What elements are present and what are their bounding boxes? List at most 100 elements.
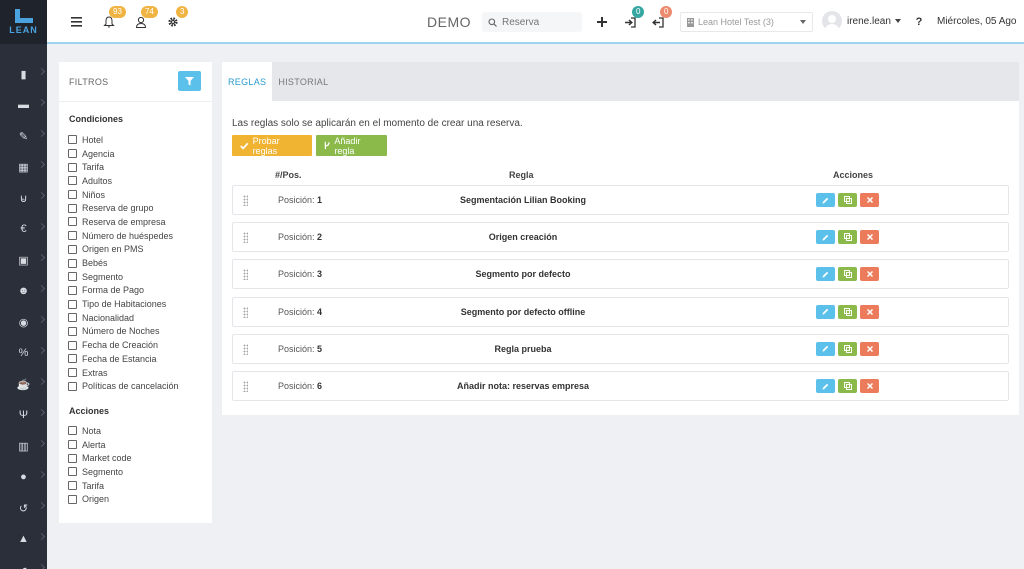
- drag-handle-icon[interactable]: [243, 306, 248, 318]
- sidebar-item-cutlery[interactable]: Ψ: [0, 400, 47, 430]
- checkbox[interactable]: [68, 354, 77, 364]
- help-button[interactable]: ?: [913, 15, 925, 29]
- checkbox[interactable]: [68, 217, 77, 227]
- sidebar-item-share[interactable]: ➚: [0, 555, 47, 569]
- filter-option[interactable]: Agencia: [68, 147, 179, 161]
- checkbox[interactable]: [68, 272, 77, 282]
- drag-handle-icon[interactable]: [243, 343, 248, 355]
- filter-option[interactable]: Niños: [68, 188, 179, 202]
- sidebar-item-history[interactable]: ↺: [0, 493, 47, 523]
- rule-row[interactable]: Posición: 1 Segmentación Lilian Booking: [232, 185, 1009, 215]
- sidebar-item-money[interactable]: ▣: [0, 245, 47, 275]
- sidebar-item-bed[interactable]: ▬: [0, 90, 47, 120]
- edit-rule-button[interactable]: [816, 379, 835, 393]
- checkbox[interactable]: [68, 326, 77, 336]
- test-rules-button[interactable]: Probar reglas: [232, 135, 312, 156]
- sidebar-item-percent[interactable]: %: [0, 338, 47, 368]
- rule-row[interactable]: Posición: 3 Segmento por defecto: [232, 259, 1009, 290]
- checkbox[interactable]: [68, 285, 77, 295]
- checkbox[interactable]: [68, 299, 77, 309]
- drag-handle-icon[interactable]: [243, 381, 248, 392]
- filter-option[interactable]: Número de huéspedes: [68, 229, 179, 243]
- filter-option[interactable]: Nacionalidad: [68, 311, 179, 325]
- drag-handle-icon[interactable]: [243, 195, 248, 206]
- delete-rule-button[interactable]: [860, 193, 879, 207]
- sidebar-item-globe[interactable]: ◉: [0, 307, 47, 337]
- drag-handle-icon[interactable]: [243, 269, 248, 281]
- copy-rule-button[interactable]: [838, 304, 857, 319]
- tab-rules[interactable]: REGLAS: [222, 62, 273, 101]
- checkbox[interactable]: [68, 340, 77, 350]
- search-box[interactable]: [482, 12, 582, 32]
- filter-option[interactable]: Forma de Pago: [68, 284, 179, 298]
- tab-history[interactable]: HISTORIAL: [272, 62, 334, 101]
- filter-option[interactable]: Extras: [68, 366, 179, 380]
- filter-option[interactable]: Número de Noches: [68, 325, 179, 339]
- menu-toggle-button[interactable]: [69, 15, 83, 29]
- filter-option[interactable]: Tipo de Habitaciones: [68, 297, 179, 311]
- edit-rule-button[interactable]: [816, 230, 835, 245]
- checkbox[interactable]: [68, 203, 77, 213]
- filter-button[interactable]: [178, 71, 201, 91]
- checkbox[interactable]: [68, 149, 77, 159]
- checkbox[interactable]: [68, 176, 77, 186]
- add-rule-button[interactable]: Añadir regla: [316, 135, 387, 156]
- edit-rule-button[interactable]: [816, 193, 835, 207]
- checkbox[interactable]: [68, 467, 77, 477]
- checkin-button[interactable]: 0: [623, 6, 645, 29]
- filter-option[interactable]: Fecha de Creación: [68, 338, 179, 352]
- rule-row[interactable]: Posición: 5 Regla prueba: [232, 333, 1009, 364]
- edit-rule-button[interactable]: [816, 267, 835, 282]
- sidebar-item-euro[interactable]: €: [0, 214, 47, 244]
- rule-row[interactable]: Posición: 6 Añadir nota: reservas empresa: [232, 371, 1009, 401]
- user-menu[interactable]: irene.lean: [822, 11, 901, 31]
- filter-option[interactable]: Nota: [68, 424, 132, 438]
- lean-logo[interactable]: LEAN: [0, 0, 47, 44]
- filter-option[interactable]: Market code: [68, 451, 132, 465]
- filter-option[interactable]: Políticas de cancelación: [68, 379, 179, 393]
- checkbox[interactable]: [68, 368, 77, 378]
- add-button[interactable]: [595, 15, 609, 29]
- copy-rule-button[interactable]: [838, 267, 857, 282]
- filter-option[interactable]: Alerta: [68, 438, 132, 452]
- filter-option[interactable]: Tarifa: [68, 479, 132, 493]
- filter-option[interactable]: Origen: [68, 492, 132, 506]
- filter-option[interactable]: Reserva de empresa: [68, 215, 179, 229]
- filter-option[interactable]: Adultos: [68, 174, 179, 188]
- checkbox[interactable]: [68, 190, 77, 200]
- copy-rule-button[interactable]: [838, 230, 857, 245]
- drag-handle-icon[interactable]: [243, 232, 248, 244]
- checkbox[interactable]: [68, 481, 77, 491]
- checkbox[interactable]: [68, 426, 77, 436]
- checkbox[interactable]: [68, 453, 77, 463]
- filter-option[interactable]: Origen en PMS: [68, 243, 179, 257]
- delete-rule-button[interactable]: [860, 267, 879, 282]
- edit-rule-button[interactable]: [816, 341, 835, 356]
- delete-rule-button[interactable]: [860, 304, 879, 319]
- checkbox[interactable]: [68, 135, 77, 145]
- sidebar-item-user[interactable]: ●: [0, 462, 47, 492]
- sidebar-item-users[interactable]: ☻: [0, 276, 47, 306]
- delete-rule-button[interactable]: [860, 341, 879, 356]
- filter-option[interactable]: Segmento: [68, 270, 179, 284]
- checkbox[interactable]: [68, 381, 77, 391]
- filter-option[interactable]: Bebés: [68, 256, 179, 270]
- filter-option[interactable]: Reserva de grupo: [68, 201, 179, 215]
- edit-rule-button[interactable]: [816, 304, 835, 319]
- copy-rule-button[interactable]: [838, 379, 857, 393]
- settings-button[interactable]: 3: [166, 6, 189, 29]
- sidebar-item-book[interactable]: ▮: [0, 59, 47, 89]
- checkbox[interactable]: [68, 258, 77, 268]
- checkbox[interactable]: [68, 440, 77, 450]
- sidebar-item-wrench[interactable]: ✎: [0, 121, 47, 151]
- search-input[interactable]: [502, 16, 572, 28]
- checkbox[interactable]: [68, 244, 77, 254]
- filter-option[interactable]: Hotel: [68, 133, 179, 147]
- checkbox[interactable]: [68, 313, 77, 323]
- checkbox[interactable]: [68, 494, 77, 504]
- copy-rule-button[interactable]: [838, 341, 857, 356]
- sidebar-item-bar-chart[interactable]: ▥: [0, 431, 47, 461]
- checkout-button[interactable]: 0: [651, 6, 673, 29]
- filter-option[interactable]: Tarifa: [68, 160, 179, 174]
- filter-option[interactable]: Fecha de Estancia: [68, 352, 179, 366]
